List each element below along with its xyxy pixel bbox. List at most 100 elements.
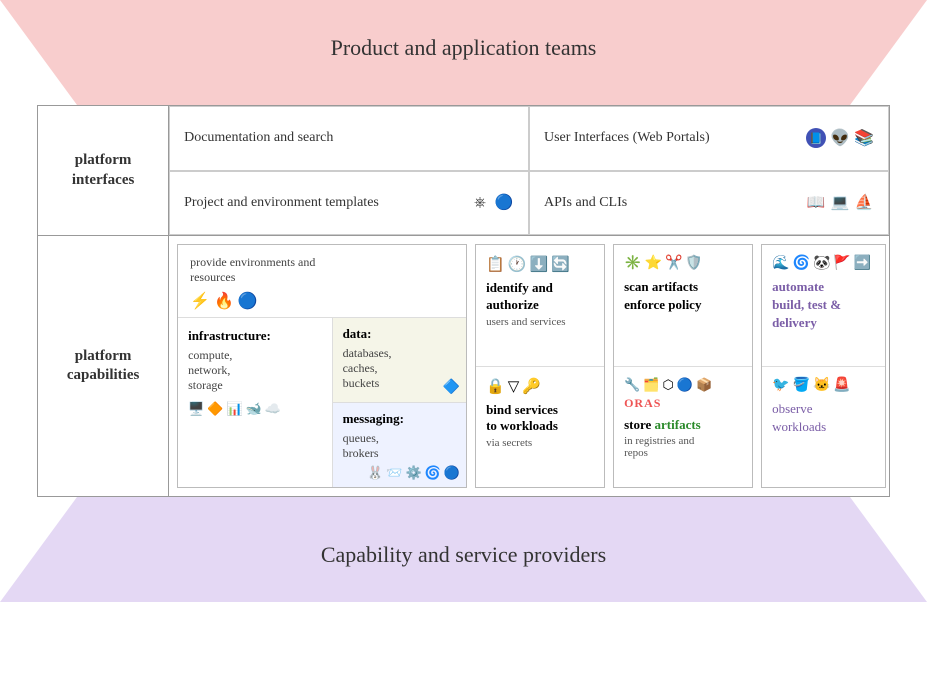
- apis-clis-icons: 📖 💻 ⛵: [806, 193, 874, 213]
- oras-text: ORAS: [624, 396, 661, 411]
- middle-section: platform interfaces Documentation and se…: [37, 105, 890, 497]
- platform-interfaces-row: platform interfaces Documentation and se…: [38, 106, 889, 236]
- scan-block: ✳️ ⭐ ✂️ 🛡️ scan artifacts enforce policy…: [613, 244, 753, 488]
- project-env-cell: Project and environment templates ⎈ 🔵: [169, 171, 529, 236]
- messaging-icons: 🐰 📨 ⚙️ 🌀 🔵: [367, 465, 460, 481]
- infra-icons-row: 🖥️ 🔶 📊 🐋 ☁️: [188, 401, 322, 417]
- book-icon: 📚: [854, 128, 874, 148]
- lightning-icon: ⚡: [190, 291, 210, 311]
- scan-bottom-icons: 🔧 🗂️ ⬡ 🔵 📦 ORAS: [624, 377, 742, 411]
- data-title: data:: [343, 326, 457, 342]
- venafi-icon: 🔷: [443, 379, 460, 396]
- apis-clis-cell: APIs and CLIs 📖 💻 ⛵: [529, 171, 889, 236]
- identify-title: identify and authorize: [486, 280, 553, 314]
- oras-icon4: 🔵: [677, 377, 693, 393]
- infra-data-block: provide environments and resources ⚡ 🔥 🔵…: [177, 244, 467, 488]
- scissors-icon: ✂️: [665, 255, 682, 272]
- bottom-banner-label: Capability and service providers: [321, 542, 606, 568]
- main-container: Product and application teams platform i…: [0, 0, 927, 684]
- data-block: data: databases, caches, buckets 🔷: [333, 318, 467, 403]
- kafka-icon: ⚙️: [406, 465, 422, 481]
- provide-icons: ⚡ 🔥 🔵: [190, 291, 454, 311]
- messaging-desc: queues, brokers: [343, 431, 457, 461]
- vault-icon: ▽: [508, 377, 520, 396]
- bind-subtitle: via secrets: [486, 437, 532, 449]
- data-icons: 🔷: [443, 379, 460, 396]
- helm-icon: ⎈: [470, 193, 490, 213]
- top-banner-label: Product and application teams: [331, 35, 597, 61]
- asterisk-icon: ✳️: [624, 255, 641, 272]
- circle-icon: 🔵: [238, 291, 258, 311]
- project-env-label: Project and environment templates: [184, 195, 462, 211]
- pulsar-icon: 🌀: [425, 465, 441, 481]
- arrow-icon: ➡️: [854, 255, 871, 272]
- infrastructure-desc: compute, network, storage: [188, 348, 322, 393]
- capabilities-content: provide environments and resources ⚡ 🔥 🔵…: [168, 236, 894, 496]
- secrets-icon: 🔒: [486, 377, 505, 396]
- alien-icon: 👽: [830, 128, 850, 148]
- store-artifacts-text: artifacts: [655, 417, 701, 432]
- automate-icons: 🌊 🌀 🐼 🚩 ➡️: [772, 255, 875, 272]
- identity-bottom-icons: 🔒 ▽ 🔑: [486, 377, 541, 396]
- vmware-icon: 🖥️: [188, 401, 204, 417]
- infra-data-bottom: infrastructure: compute, network, storag…: [178, 318, 466, 487]
- project-env-icons: ⎈ 🔵: [470, 193, 514, 213]
- download-icon: ⬇️: [529, 255, 548, 274]
- flag-icon: 🚩: [833, 255, 850, 272]
- rabbit-icon: 🐰: [367, 465, 383, 481]
- identity-top-icons: 📋 🕐 ⬇️ 🔄: [486, 255, 570, 274]
- observe-icons: 🐦 🪣 🐱 🚨: [772, 377, 875, 394]
- docker-icon: 🐋: [246, 401, 262, 417]
- store-title: store artifacts: [624, 417, 742, 433]
- observe-section: 🐦 🪣 🐱 🚨 observe workloads: [762, 367, 885, 488]
- bind-title: bind services to workloads: [486, 402, 558, 436]
- oras-icon5: 📦: [696, 377, 712, 393]
- list-icon: 📋: [486, 255, 505, 274]
- messaging-title: messaging:: [343, 411, 457, 427]
- interfaces-grid: Documentation and search User Interfaces…: [168, 106, 889, 235]
- platform-interfaces-label: platform interfaces: [38, 106, 168, 235]
- provide-environments-section: provide environments and resources ⚡ 🔥 🔵: [178, 245, 466, 318]
- data-messaging-block: data: databases, caches, buckets 🔷 messa…: [333, 318, 467, 487]
- refresh-icon: 🔄: [551, 255, 570, 274]
- platform-capabilities-label: platform capabilities: [38, 236, 168, 496]
- oras-icon2: 🗂️: [643, 377, 659, 393]
- nutanix-icon: 📊: [226, 401, 242, 417]
- oras-icon1: 🔧: [624, 377, 640, 393]
- bird-icon: 🐦: [772, 377, 789, 394]
- provide-label: provide environments and resources: [190, 255, 454, 285]
- scan-title: scan artifacts enforce policy: [624, 278, 742, 314]
- top-banner: Product and application teams: [0, 0, 927, 105]
- vsphere-icon: 🔶: [207, 401, 223, 417]
- fire-icon: 🔥: [214, 291, 234, 311]
- identify-section: 📋 🕐 ⬇️ 🔄 identify and authorize users an…: [476, 245, 604, 367]
- messaging-block: messaging: queues, brokers 🐰 📨 ⚙️ 🌀 🔵: [333, 403, 467, 487]
- wave-icon: 🌊: [772, 255, 789, 272]
- data-desc: databases, caches, buckets: [343, 346, 457, 391]
- scan-top-icons: ✳️ ⭐ ✂️ 🛡️: [624, 255, 742, 272]
- bind-section: 🔒 ▽ 🔑 bind services to workloads via sec…: [476, 367, 604, 488]
- readthedocs-icon: 📘: [806, 128, 826, 148]
- star-icon: ⭐: [645, 255, 662, 272]
- crossplane-icon: 🔵: [494, 193, 514, 213]
- identity-block: 📋 🕐 ⬇️ 🔄 identify and authorize users an…: [475, 244, 605, 488]
- apis-clis-label: APIs and CLIs: [544, 195, 798, 211]
- automate-section: 🌊 🌀 🐼 🚩 ➡️ automate build, test & delive…: [762, 245, 885, 367]
- infrastructure-title: infrastructure:: [188, 328, 322, 344]
- azure-icon: ☁️: [265, 401, 281, 417]
- clock-icon: 🕐: [508, 255, 527, 274]
- solace-icon: 🔵: [444, 465, 460, 481]
- key-icon: 🔑: [522, 377, 541, 396]
- infrastructure-block: infrastructure: compute, network, storag…: [178, 318, 333, 487]
- bottom-banner: Capability and service providers: [0, 497, 927, 602]
- terminal-icon: 💻: [830, 193, 850, 213]
- scan-top: ✳️ ⭐ ✂️ 🛡️ scan artifacts enforce policy: [614, 245, 752, 367]
- shield2-icon: 🛡️: [685, 255, 702, 272]
- doc-search-cell: Documentation and search: [169, 106, 529, 171]
- swagger-icon: 📖: [806, 193, 826, 213]
- user-interfaces-label: User Interfaces (Web Portals): [544, 130, 798, 146]
- store-desc: in registries and repos: [624, 435, 742, 459]
- doc-search-label: Documentation and search: [184, 130, 514, 146]
- swirl-icon: 🌀: [793, 255, 810, 272]
- scan-bottom: 🔧 🗂️ ⬡ 🔵 📦 ORAS store artifacts: [614, 367, 752, 488]
